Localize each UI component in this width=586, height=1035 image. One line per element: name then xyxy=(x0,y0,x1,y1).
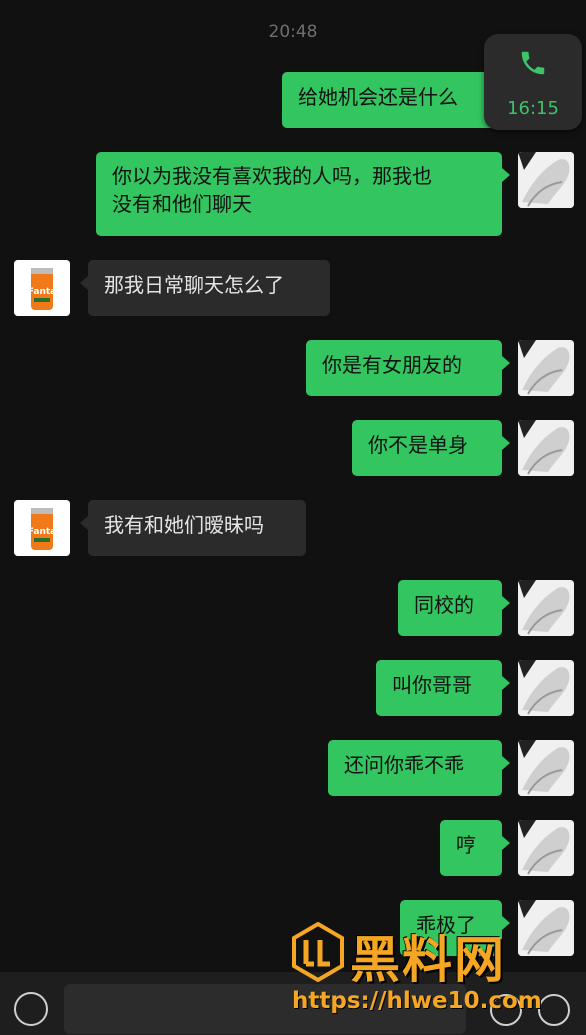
message-bubble-outgoing[interactable]: 你不是单身 xyxy=(352,420,510,476)
voice-icon[interactable] xyxy=(14,992,48,1026)
message-text: 给她机会还是什么 xyxy=(298,85,458,109)
svg-text:Fanta: Fanta xyxy=(28,527,56,537)
message-text: 你是有女朋友的 xyxy=(322,353,462,377)
my-avatar[interactable] xyxy=(518,340,574,396)
message-text: 我有和她们暧昧吗 xyxy=(104,513,264,537)
message-text: 哼 xyxy=(456,833,476,857)
message-text-line: 你以为我没有喜欢我的人吗，那我也 xyxy=(112,164,432,188)
message-text: 叫你哥哥 xyxy=(392,673,472,697)
watermark: 黑料网 https://hlwe10.com xyxy=(292,920,582,1030)
watermark-logo-icon xyxy=(292,922,344,982)
message-text: 还问你乖不乖 xyxy=(344,753,464,777)
message-bubble-outgoing[interactable]: 你以为我没有喜欢我的人吗，那我也 没有和他们聊天 xyxy=(96,152,510,236)
call-floating-widget[interactable]: 16:15 xyxy=(484,34,582,130)
message-text: 那我日常聊天怎么了 xyxy=(104,273,284,297)
chat-screen: 20:48 给她机会还是什么 你以为我没有喜欢我的人吗，那我也 没有和他们聊天 … xyxy=(0,0,586,1035)
my-avatar[interactable] xyxy=(518,740,574,796)
message-bubble-incoming[interactable]: 我有和她们暧昧吗 xyxy=(80,500,306,556)
message-bubble-outgoing[interactable]: 你是有女朋友的 xyxy=(306,340,510,396)
watermark-url: https://hlwe10.com xyxy=(292,988,542,1014)
my-avatar[interactable] xyxy=(518,660,574,716)
message-text: 你不是单身 xyxy=(368,433,468,457)
message-text: 同校的 xyxy=(414,593,474,617)
contact-avatar[interactable]: Fanta xyxy=(14,260,70,316)
message-bubble-outgoing[interactable]: 哼 xyxy=(440,820,510,876)
my-avatar[interactable] xyxy=(518,420,574,476)
svg-text:Fanta: Fanta xyxy=(28,287,56,297)
my-avatar[interactable] xyxy=(518,580,574,636)
message-bubble-outgoing[interactable]: 叫你哥哥 xyxy=(376,660,510,716)
watermark-title: 黑料网 xyxy=(350,931,506,989)
call-duration: 16:15 xyxy=(507,98,559,119)
message-bubble-outgoing[interactable]: 给她机会还是什么 xyxy=(282,72,510,128)
contact-avatar[interactable]: Fanta xyxy=(14,500,70,556)
message-bubble-outgoing[interactable]: 还问你乖不乖 xyxy=(328,740,510,796)
my-avatar[interactable] xyxy=(518,820,574,876)
message-bubble-incoming[interactable]: 那我日常聊天怎么了 xyxy=(80,260,330,316)
message-bubble-outgoing[interactable]: 同校的 xyxy=(398,580,510,636)
phone-icon xyxy=(521,51,545,75)
message-text-line: 没有和他们聊天 xyxy=(112,192,252,216)
my-avatar[interactable] xyxy=(518,152,574,208)
